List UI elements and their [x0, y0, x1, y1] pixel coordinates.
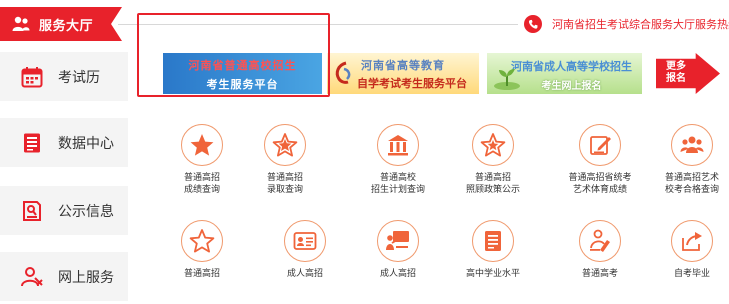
- gaokao-service-banner[interactable]: 河南省普通高校招生 考生服务平台: [163, 53, 322, 94]
- document-icon: [24, 133, 40, 152]
- service-gaokao-admission-query[interactable]: 普通高招 录取查询: [245, 124, 325, 196]
- user-service-icon: [21, 266, 43, 286]
- service-label-line1: 普通高招省统考: [568, 173, 632, 183]
- service-label-line1: 高中学业水平: [465, 269, 520, 279]
- service-label-line2: 成绩查询: [183, 185, 220, 195]
- service-care-policy-notice[interactable]: 普通高招 照顾政策公示: [453, 124, 533, 196]
- service-icon-circle: [579, 220, 621, 262]
- service-label-line1: 成人高招: [286, 269, 323, 279]
- building-icon: [388, 135, 408, 156]
- service-label-line2: 校考合格查询: [664, 185, 719, 195]
- service-gaokao-item[interactable]: 普通高招: [162, 220, 242, 280]
- service-label-line1: 普通高招: [183, 173, 220, 183]
- service-icon-circle: [377, 124, 419, 166]
- header-bar: 服务大厅 河南省招生考试综合服务大厅服务热线: [0, 0, 729, 44]
- service-hall-tab[interactable]: 服务大厅: [0, 7, 122, 41]
- service-icon-circle: [377, 220, 419, 262]
- service-label-line1: 普通高校: [379, 173, 416, 183]
- service-academic-level-item[interactable]: 高中学业水平: [453, 220, 533, 280]
- banner-subtitle: 自学考试考生服务平台: [357, 77, 467, 90]
- phone-icon: [524, 15, 542, 33]
- service-icon-circle: [579, 124, 621, 166]
- sidebar-item-online-service[interactable]: 网上服务: [0, 252, 128, 301]
- service-label-line2: 照顾政策公示: [465, 185, 520, 195]
- service-label-line1: 普通高招: [266, 173, 303, 183]
- registration-label: 报名: [666, 73, 686, 84]
- service-icon-circle: [671, 220, 713, 262]
- sidebar-item-label: 公示信息: [58, 203, 114, 220]
- service-icon-circle: [284, 220, 326, 262]
- service-label-line1: 普通高招: [474, 173, 511, 183]
- service-label-line1: 普通高考: [581, 269, 618, 279]
- self-study-exam-banner[interactable]: 河南省高等教育 自学考试考生服务平台: [327, 53, 479, 94]
- banner-title: 河南省普通高校招生: [188, 59, 297, 72]
- star-outline-icon: [272, 133, 298, 157]
- header-divider: [118, 24, 518, 25]
- service-icon-circle: [181, 124, 223, 166]
- more-label: 更多: [666, 61, 686, 72]
- service-hall-title: 服务大厅: [39, 18, 94, 34]
- service-art-sports-score[interactable]: 普通高招省统考 艺术体育成绩: [560, 124, 640, 196]
- service-adult-admission-item[interactable]: 成人高招: [265, 220, 345, 280]
- self-study-logo-icon: [335, 61, 351, 84]
- more-registration-button[interactable]: 更多 报名: [656, 53, 720, 94]
- star-outline-icon: [189, 229, 215, 253]
- service-icon-circle: [472, 220, 514, 262]
- sidebar-item-label: 数据中心: [58, 135, 114, 152]
- person-study-icon: [590, 229, 610, 252]
- sidebar-item-public-info[interactable]: 公示信息: [0, 186, 128, 235]
- edit-icon: [590, 136, 611, 155]
- hotline-text: 河南省招生考试综合服务大厅服务热线: [552, 18, 729, 31]
- service-art-school-exam-query[interactable]: 普通高招艺术 校考合格查询: [652, 124, 729, 196]
- presentation-icon: [386, 231, 409, 250]
- seedling-icon: [494, 69, 520, 90]
- calendar-icon: [21, 66, 43, 87]
- sidebar-item-exam-calendar[interactable]: 考试历: [0, 52, 128, 101]
- service-icon-circle: [181, 220, 223, 262]
- service-label-line2: 录取查询: [266, 185, 303, 195]
- group-icon: [680, 136, 704, 153]
- service-label-line1: 自考毕业: [673, 269, 710, 279]
- service-general-gaokao-item[interactable]: 普通高考: [560, 220, 640, 280]
- people-icon: [12, 16, 30, 31]
- service-icon-circle: [264, 124, 306, 166]
- document-list-icon: [485, 231, 501, 251]
- banner-subtitle: 考生服务平台: [206, 78, 279, 91]
- service-self-study-graduation-item[interactable]: 自考毕业: [652, 220, 729, 280]
- service-enrollment-plan-query[interactable]: 普通高校 招生计划查询: [358, 124, 438, 196]
- service-label-line1: 普通高招: [183, 269, 220, 279]
- service-gaokao-score-query[interactable]: 普通高招 成绩查询: [162, 124, 242, 196]
- service-label-line1: 成人高招: [379, 269, 416, 279]
- star-badge-icon: [480, 133, 506, 157]
- banner-title: 河南省高等教育: [361, 59, 445, 72]
- announcement-icon: [23, 200, 41, 221]
- service-icon-circle: [472, 124, 514, 166]
- share-icon: [682, 232, 702, 251]
- sidebar-item-label: 网上服务: [58, 269, 114, 286]
- sidebar-item-data-center[interactable]: 数据中心: [0, 118, 128, 167]
- service-label-line2: 艺术体育成绩: [572, 185, 627, 195]
- service-adult-admission-item-2[interactable]: 成人高招: [358, 220, 438, 280]
- service-icon-circle: [671, 124, 713, 166]
- adult-exam-banner[interactable]: 河南省成人高等学校招生 考生网上报名: [487, 53, 642, 94]
- sidebar-item-label: 考试历: [58, 69, 100, 86]
- service-label-line1: 普通高招艺术: [664, 173, 719, 183]
- service-label-line2: 招生计划查询: [370, 185, 425, 195]
- star-filled-icon: [190, 134, 214, 156]
- id-card-icon: [293, 232, 317, 250]
